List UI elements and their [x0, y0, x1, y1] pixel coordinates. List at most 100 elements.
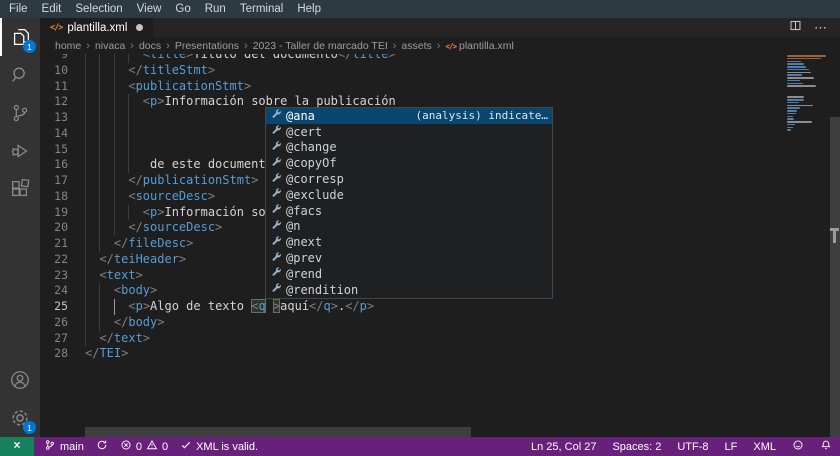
breadcrumb-item[interactable]: docs [139, 40, 161, 52]
warnings-count: 0 [162, 441, 168, 453]
run-debug-icon[interactable] [0, 132, 40, 170]
indent-guide [99, 189, 100, 205]
status-git-branch[interactable]: main [38, 437, 90, 456]
split-editor-button[interactable] [789, 19, 802, 37]
vertical-scrollbar[interactable] [830, 117, 840, 437]
indent-guide [85, 205, 86, 221]
status-notifications[interactable] [812, 437, 840, 456]
explorer-icon[interactable]: 1 [0, 18, 40, 56]
menu-item-file[interactable]: File [2, 0, 35, 18]
ibeam-mouse-cursor [830, 228, 839, 244]
breadcrumb-item[interactable]: 2023 - Taller de marcado TEI [253, 40, 388, 52]
menu-item-help[interactable]: Help [290, 0, 328, 18]
suggest-item[interactable]: @ana(analysis) indicate… [266, 108, 552, 124]
tab-plantilla-xml[interactable]: </> plantilla.xml [40, 18, 153, 37]
suggest-item[interactable]: @prev [266, 250, 552, 266]
suggest-item[interactable]: @rend [266, 266, 552, 282]
suggest-label: @rendition [286, 283, 358, 297]
indent-guide [99, 315, 100, 331]
suggest-item[interactable]: @next [266, 234, 552, 250]
menu-bar: FileEditSelectionViewGoRunTerminalHelp [0, 0, 840, 18]
status-cursor-position[interactable]: Ln 25, Col 27 [523, 437, 604, 456]
extensions-icon[interactable] [0, 170, 40, 208]
indent-guide [128, 126, 129, 142]
status-sync-button[interactable] [90, 437, 114, 456]
indent-guide [114, 142, 115, 158]
property-icon [270, 124, 282, 139]
menu-item-run[interactable]: Run [198, 0, 233, 18]
breadcrumb-item[interactable]: nivaca [95, 40, 125, 52]
status-xml-valid[interactable]: XML is valid. [174, 437, 264, 456]
horizontal-scrollbar[interactable] [85, 427, 471, 437]
status-language-mode[interactable]: XML [745, 437, 784, 456]
errors-count: 0 [136, 441, 142, 453]
modified-dot-icon[interactable] [136, 24, 143, 31]
status-indentation[interactable]: Spaces: 2 [604, 437, 669, 456]
code-line-25: 25<p>Algo de texto <q >aquí</q>.</p> [40, 299, 840, 315]
suggest-item[interactable]: @facs [266, 203, 552, 219]
status-right: Ln 25, Col 27Spaces: 2 UTF-8 LFXML [523, 437, 840, 456]
suggest-item[interactable]: @exclude [266, 187, 552, 203]
minimap[interactable] [787, 55, 829, 137]
suggest-item[interactable]: @rendition [266, 282, 552, 298]
sync-button-icon [96, 439, 108, 454]
indent-guide [85, 142, 86, 158]
line-number: 24 [40, 283, 85, 299]
indent-guide [85, 126, 86, 142]
indent-guide [85, 220, 86, 236]
indent-guide [85, 252, 86, 268]
indent-guide [114, 157, 115, 173]
breadcrumb-separator: › [130, 40, 134, 52]
status-remote-indicator[interactable] [0, 437, 34, 456]
indent-guide [114, 110, 115, 126]
account-icon[interactable] [0, 361, 40, 399]
more-actions-button[interactable]: ⋯ [814, 23, 828, 33]
suggest-item[interactable]: @change [266, 140, 552, 156]
menu-item-go[interactable]: Go [168, 0, 197, 18]
menu-item-terminal[interactable]: Terminal [233, 0, 290, 18]
indent-guide [85, 94, 86, 110]
status-eol[interactable]: LF [717, 437, 746, 456]
explorer-badge: 1 [23, 40, 36, 53]
property-icon [270, 108, 282, 123]
indent-guide [128, 110, 129, 126]
line-number: 19 [40, 205, 85, 221]
tab-bar: </> plantilla.xml ⋯ [40, 18, 840, 37]
status-encoding[interactable]: UTF-8 [669, 437, 716, 456]
indent-guide [99, 54, 100, 63]
indent-guide [99, 283, 100, 299]
indent-guide [99, 236, 100, 252]
tab-label: plantilla.xml [67, 22, 127, 34]
notifications-icon [820, 439, 832, 454]
feedback-icon [792, 439, 804, 454]
indent-guide [128, 54, 129, 63]
suggest-item[interactable]: @cert [266, 124, 552, 140]
line-number: 28 [40, 346, 85, 362]
indent-guide [85, 331, 86, 347]
status-feedback[interactable] [784, 437, 812, 456]
breadcrumb-item[interactable]: Presentations [175, 40, 239, 52]
errors-icon [120, 439, 132, 454]
indent-guide [85, 299, 86, 315]
breadcrumb: home›nivaca›docs›Presentations›2023 - Ta… [40, 37, 840, 54]
breadcrumb-item[interactable]: home [55, 40, 81, 52]
menu-item-selection[interactable]: Selection [68, 0, 129, 18]
xml-valid-icon [180, 439, 192, 454]
suggest-item[interactable]: @copyOf [266, 155, 552, 171]
menu-item-view[interactable]: View [130, 0, 169, 18]
suggest-item[interactable]: @n [266, 219, 552, 235]
status-problems[interactable]: 00 [114, 437, 174, 456]
line-number: 16 [40, 157, 85, 173]
indent-guide [85, 236, 86, 252]
line-number: 11 [40, 79, 85, 95]
breadcrumb-item[interactable]: </>plantilla.xml [445, 40, 513, 52]
property-icon [270, 187, 282, 202]
source-control-icon[interactable] [0, 94, 40, 132]
indent-guide [114, 126, 115, 142]
menu-item-edit[interactable]: Edit [35, 0, 69, 18]
status-label: UTF-8 [677, 441, 708, 453]
search-icon[interactable] [0, 56, 40, 94]
settings-gear-icon[interactable]: 1 [0, 399, 40, 437]
breadcrumb-item[interactable]: assets [401, 40, 431, 52]
suggest-item[interactable]: @corresp [266, 171, 552, 187]
